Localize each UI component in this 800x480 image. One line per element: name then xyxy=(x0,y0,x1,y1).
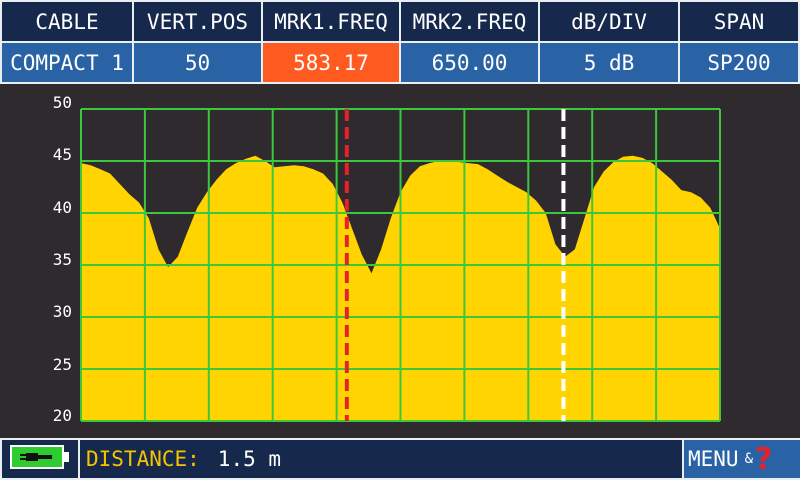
battery-indicator xyxy=(2,440,78,478)
menu-help-button[interactable]: MENU & ? xyxy=(684,440,800,478)
cable-header: CABLE xyxy=(2,2,132,41)
mrk2-freq-header: MRK2.FREQ xyxy=(401,2,538,41)
vert-pos-value[interactable]: 50 xyxy=(134,43,261,82)
distance-label: DISTANCE: xyxy=(86,447,200,471)
mrk1-freq-header: MRK1.FREQ xyxy=(263,2,399,41)
menu-amp: & xyxy=(744,451,754,467)
distance-readout: DISTANCE: 1.5 m xyxy=(80,440,682,478)
distance-value: 1.5 m xyxy=(217,447,282,471)
status-bar: DISTANCE: 1.5 m MENU & ? xyxy=(0,438,800,480)
parameter-bar: CABLE COMPACT 1 VERT.POS 50 MRK1.FREQ 58… xyxy=(0,0,800,84)
db-div-header: dB/DIV xyxy=(540,2,678,41)
span-header: SPAN xyxy=(680,2,798,41)
help-icon: ? xyxy=(755,441,773,477)
battery-charging-icon xyxy=(9,444,71,474)
vert-pos-header: VERT.POS xyxy=(134,2,261,41)
spectrum-chart[interactable] xyxy=(0,86,800,438)
span-value[interactable]: SP200 xyxy=(680,43,798,82)
menu-label: MENU xyxy=(688,447,739,471)
db-div-value[interactable]: 5 dB xyxy=(540,43,678,82)
mrk1-freq-value[interactable]: 583.17 xyxy=(263,43,399,82)
cable-value[interactable]: COMPACT 1 xyxy=(2,43,132,82)
mrk2-freq-value[interactable]: 650.00 xyxy=(401,43,538,82)
